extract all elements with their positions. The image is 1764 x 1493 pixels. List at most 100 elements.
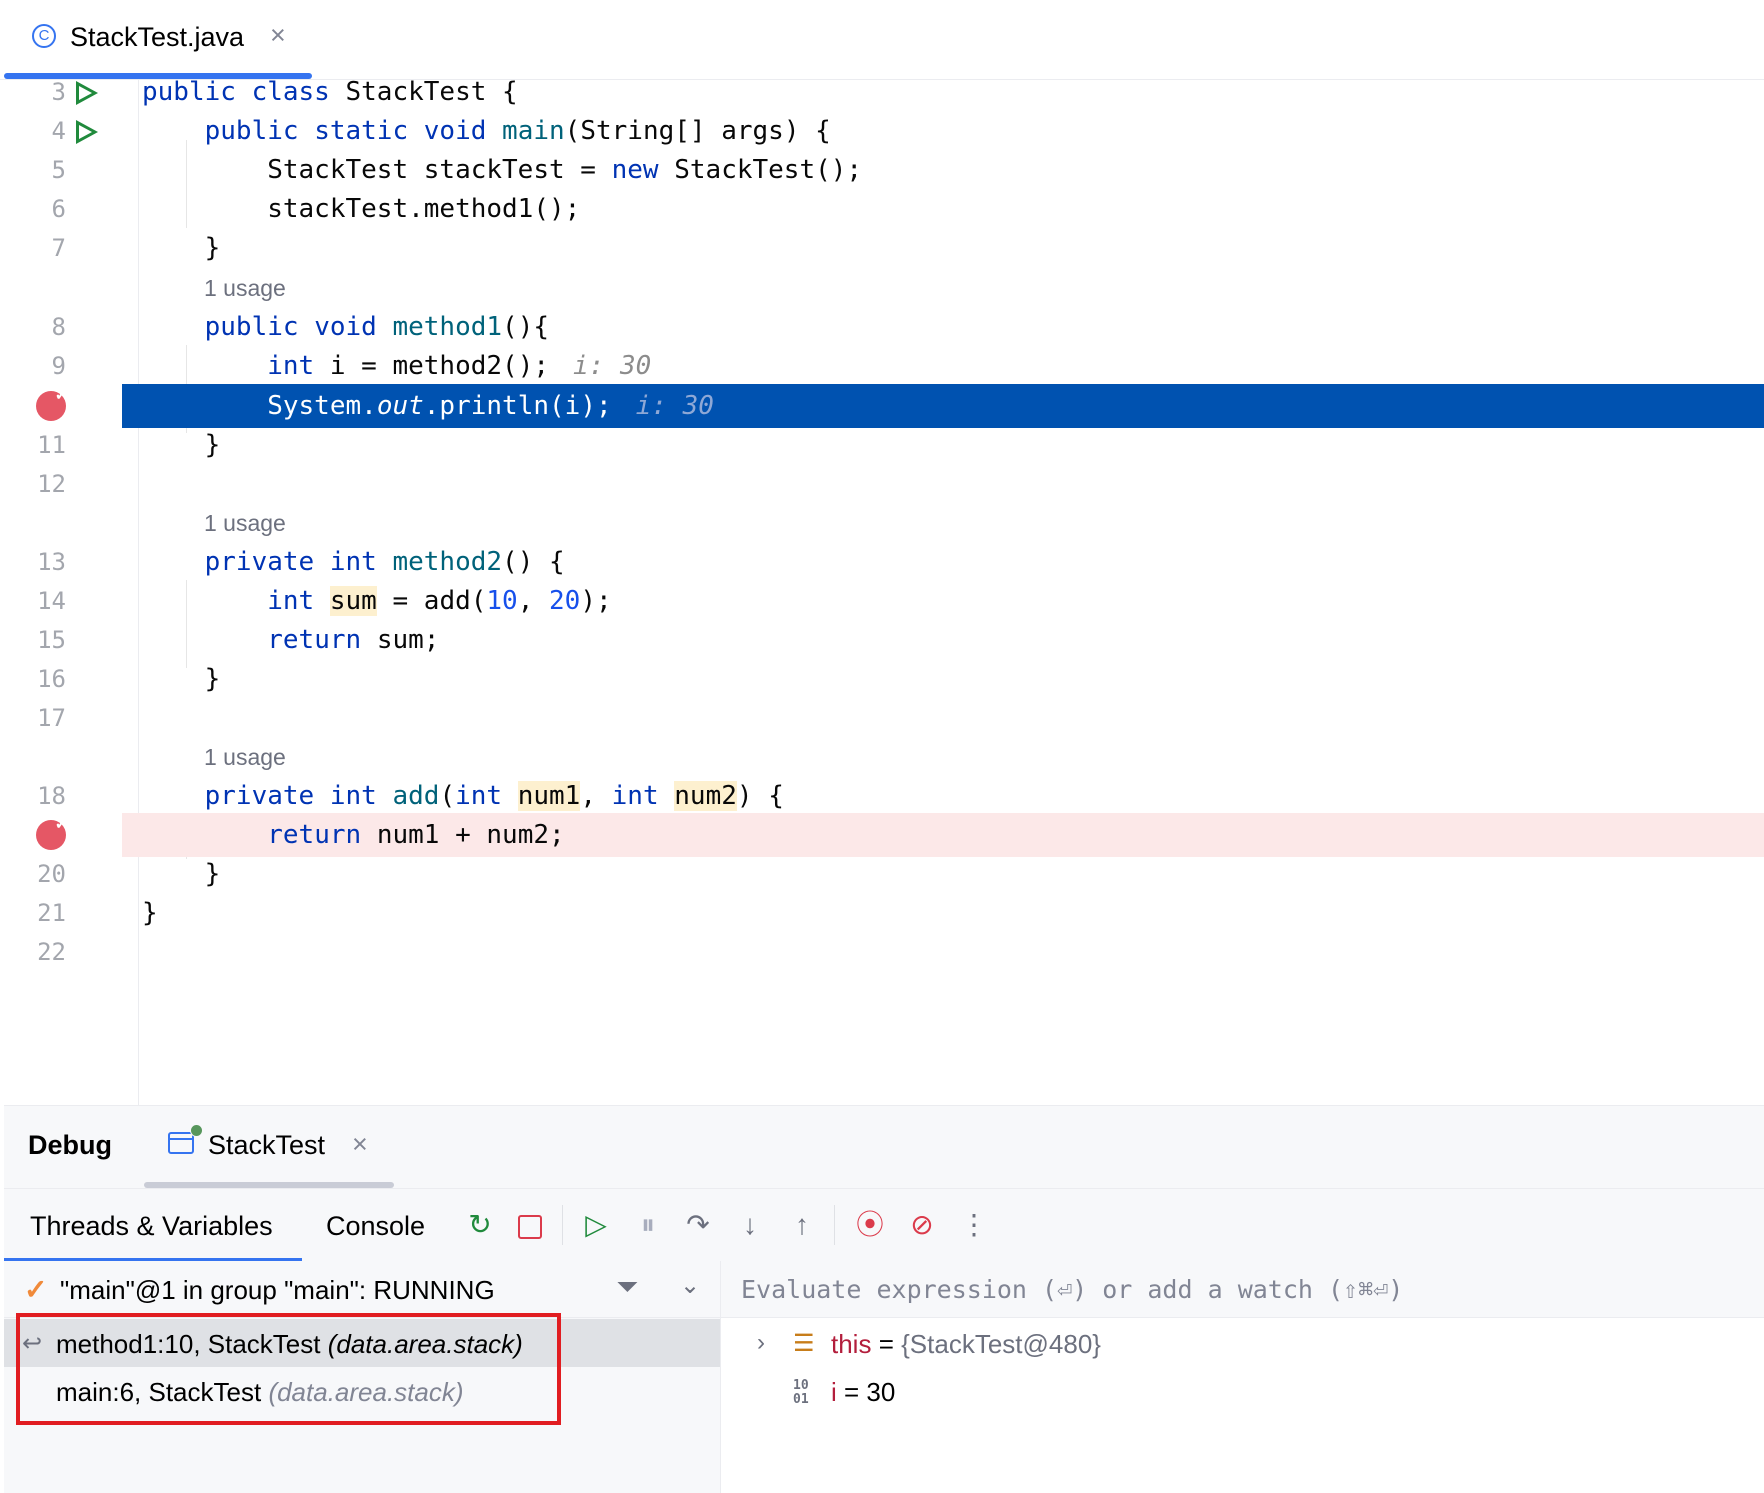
view-breakpoints-icon[interactable]: ⦿ bbox=[852, 1207, 888, 1243]
code-line[interactable]: 17 bbox=[4, 696, 1764, 740]
code-line[interactable]: 12 bbox=[4, 462, 1764, 506]
line-number: 16 bbox=[37, 665, 66, 693]
code-line[interactable]: 8 public void method1(){ bbox=[4, 305, 1764, 349]
variable-entry: i = 30 bbox=[831, 1377, 896, 1407]
usage-hint[interactable]: 1 usage bbox=[204, 735, 286, 779]
code-text: System.out.println(i); i: 30 bbox=[142, 391, 714, 421]
step-over-icon[interactable]: ↷ bbox=[680, 1207, 716, 1243]
current-execution-line[interactable]: System.out.println(i); i: 30 bbox=[122, 384, 1764, 428]
mute-breakpoints-icon[interactable]: ⊘ bbox=[904, 1207, 940, 1243]
code-text: int i = method2(); i: 30 bbox=[267, 351, 652, 381]
gutter-line-10[interactable] bbox=[4, 384, 122, 428]
code-text: } bbox=[142, 859, 221, 889]
chevron-down-icon[interactable]: ⌄ bbox=[680, 1271, 700, 1300]
code-text: private int add(int num1, int num2) { bbox=[204, 781, 784, 811]
code-text: return sum; bbox=[267, 625, 440, 655]
evaluate-expression-field[interactable]: Evaluate expression (⏎) or add a watch (… bbox=[721, 1261, 1764, 1318]
line-number: 15 bbox=[37, 626, 66, 654]
code-editor[interactable]: 3 public class StackTest { 4 public stat… bbox=[4, 77, 1764, 1105]
tab-threads-variables[interactable]: Threads & Variables bbox=[30, 1211, 273, 1242]
usage-hint[interactable]: 1 usage bbox=[204, 501, 286, 545]
line-number: 13 bbox=[37, 548, 66, 576]
code-line[interactable]: 20 } bbox=[4, 852, 1764, 896]
code-line[interactable]: 3 public class StackTest { bbox=[4, 70, 1764, 114]
code-text: } bbox=[142, 898, 158, 928]
variables-pane: Evaluate expression (⏎) or add a watch (… bbox=[721, 1261, 1764, 1493]
line-number: 4 bbox=[51, 117, 66, 145]
line-number: 11 bbox=[37, 431, 66, 459]
pause-icon[interactable]: ⏸ bbox=[630, 1207, 666, 1243]
debug-tool-window: Debug StackTest × Threads & Variables Co… bbox=[4, 1105, 1764, 1493]
close-session-icon[interactable]: × bbox=[352, 1129, 368, 1160]
app-window-icon bbox=[168, 1132, 194, 1154]
line-number: 14 bbox=[37, 587, 66, 615]
breakpoint-line[interactable]: return num1 + num2; bbox=[122, 813, 1764, 857]
debug-header: Debug StackTest × bbox=[4, 1106, 1764, 1188]
code-text: private int method2() { bbox=[204, 547, 565, 577]
line-number: 17 bbox=[37, 704, 66, 732]
code-line[interactable]: 11 } bbox=[4, 423, 1764, 467]
tab-console[interactable]: Console bbox=[326, 1211, 425, 1242]
code-line[interactable]: 6 stackTest.method1(); bbox=[4, 187, 1764, 231]
breakpoint-icon[interactable] bbox=[36, 814, 68, 850]
code-line[interactable]: 21 } bbox=[4, 891, 1764, 935]
line-number: 6 bbox=[51, 195, 66, 223]
object-field-icon: ☰ bbox=[793, 1330, 815, 1357]
line-number: 7 bbox=[51, 234, 66, 262]
filter-icon[interactable]: ⏷ bbox=[616, 1271, 638, 1304]
line-number: 3 bbox=[51, 78, 66, 106]
session-tab-label: StackTest bbox=[208, 1130, 326, 1160]
step-out-icon[interactable]: ↑ bbox=[784, 1207, 820, 1243]
code-line[interactable]: 15 return sum; bbox=[4, 618, 1764, 662]
code-line[interactable]: 9 int i = method2(); i: 30 bbox=[4, 344, 1764, 388]
usage-hint[interactable]: 1 usage bbox=[204, 266, 286, 310]
line-number: 18 bbox=[37, 782, 66, 810]
code-text: return num1 + num2; bbox=[267, 820, 565, 850]
code-line[interactable]: 22 bbox=[4, 930, 1764, 974]
gutter-line-19[interactable] bbox=[4, 813, 122, 857]
run-icon[interactable] bbox=[76, 120, 98, 144]
stop-icon[interactable] bbox=[512, 1207, 548, 1243]
code-line[interactable]: 13 private int method2() { bbox=[4, 540, 1764, 584]
line-number: 5 bbox=[51, 156, 66, 184]
more-options-icon[interactable]: ⋮ bbox=[956, 1207, 992, 1243]
code-text: } bbox=[142, 233, 221, 263]
run-icon[interactable] bbox=[76, 81, 98, 105]
code-text: } bbox=[142, 664, 221, 694]
line-number: 9 bbox=[51, 352, 66, 380]
variable-row[interactable]: 10 01 i = 30 bbox=[721, 1367, 1764, 1415]
toolbar-separator bbox=[562, 1205, 563, 1245]
rerun-icon[interactable]: ↻ bbox=[462, 1207, 498, 1243]
line-number: 8 bbox=[51, 313, 66, 341]
code-line[interactable]: 18 private int add(int num1, int num2) { bbox=[4, 774, 1764, 818]
code-text: public void method1(){ bbox=[204, 312, 550, 342]
variable-entry: this = {StackTest@480} bbox=[831, 1329, 1101, 1359]
java-class-icon: C bbox=[32, 24, 56, 48]
toolbar-separator bbox=[834, 1205, 835, 1245]
code-text: stackTest.method1(); bbox=[142, 194, 581, 224]
debug-title: Debug bbox=[28, 1130, 112, 1160]
line-number: 20 bbox=[37, 860, 66, 888]
debug-session-tab[interactable]: StackTest × bbox=[144, 1106, 394, 1188]
inline-value-hint: i: 30 bbox=[635, 391, 714, 421]
step-into-icon[interactable]: ↓ bbox=[732, 1207, 768, 1243]
code-line[interactable]: 5 StackTest stackTest = new StackTest(); bbox=[4, 148, 1764, 192]
primitive-value-icon: 10 01 bbox=[793, 1378, 809, 1407]
resume-icon[interactable]: ▷ bbox=[578, 1207, 614, 1243]
code-line[interactable]: 14 int sum = add(10, 20); bbox=[4, 579, 1764, 623]
highlight-annotation-box bbox=[16, 1313, 561, 1425]
code-line[interactable]: 4 public static void main(String[] args)… bbox=[4, 109, 1764, 153]
debug-toolbar: Threads & Variables Console ↻ ▷ ⏸ ↷ ↓ ↑ … bbox=[4, 1188, 1764, 1262]
variable-row[interactable]: › ☰ this = {StackTest@480} bbox=[721, 1319, 1764, 1367]
line-number: 21 bbox=[37, 899, 66, 927]
editor-tab-stacktest[interactable]: C StackTest.java × bbox=[4, 0, 312, 79]
chevron-right-icon[interactable]: › bbox=[757, 1329, 765, 1357]
editor-tab-bar: C StackTest.java × bbox=[0, 0, 1764, 80]
thread-selector[interactable]: ✓ "main"@1 in group "main": RUNNING ⏷ ⌄ bbox=[4, 1261, 720, 1318]
line-number: 22 bbox=[37, 938, 66, 966]
code-text: StackTest stackTest = new StackTest(); bbox=[142, 155, 863, 185]
breakpoint-icon[interactable] bbox=[36, 385, 68, 421]
close-tab-icon[interactable]: × bbox=[270, 20, 286, 51]
code-line[interactable]: 7 } bbox=[4, 226, 1764, 270]
code-line[interactable]: 16 } bbox=[4, 657, 1764, 701]
